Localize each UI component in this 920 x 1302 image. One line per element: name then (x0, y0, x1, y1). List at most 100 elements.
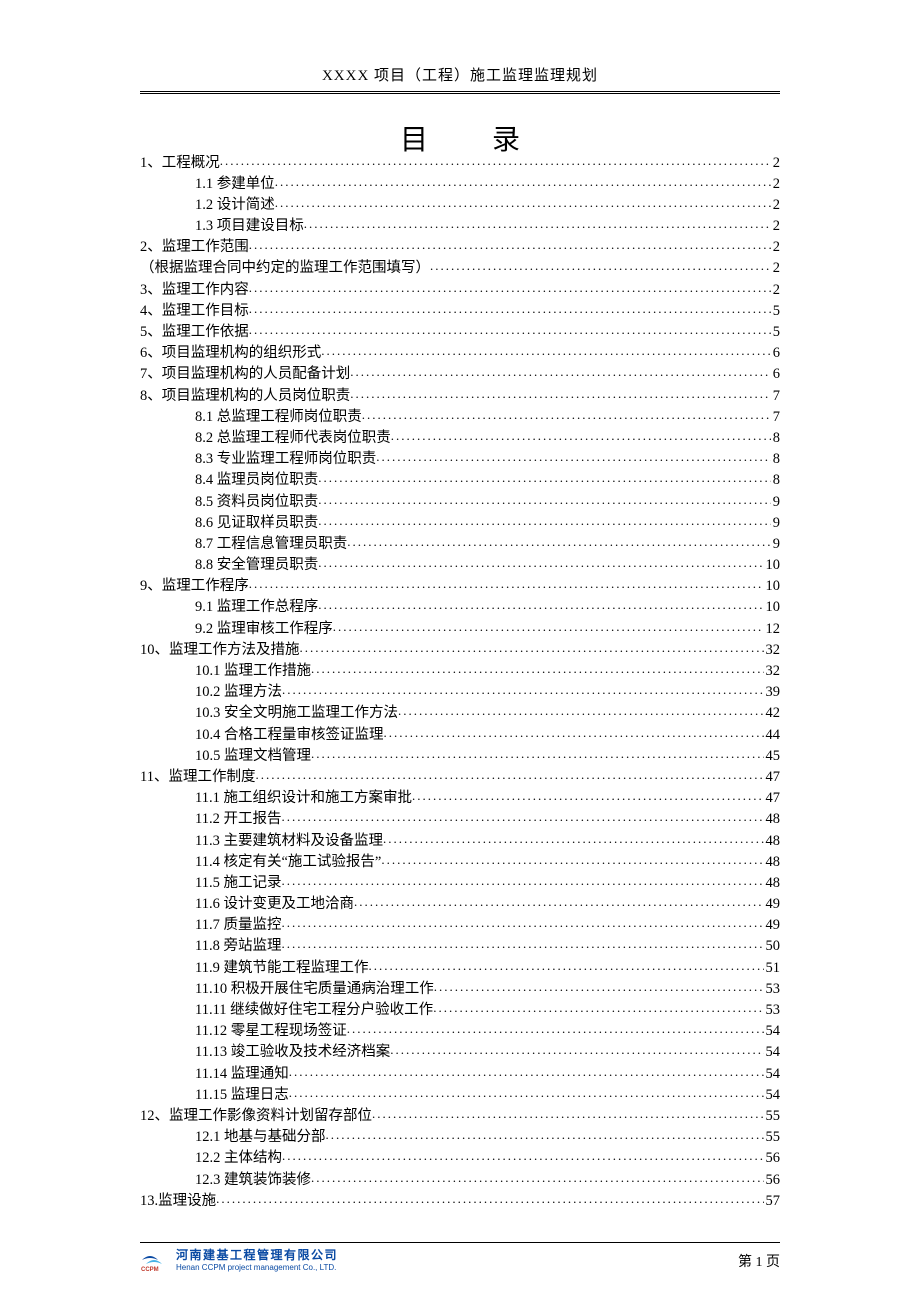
toc-page-number: 2 (771, 156, 780, 171)
toc-leader-dots (412, 788, 764, 803)
toc-page-number: 54 (764, 1024, 781, 1039)
toc-entry: 10、监理工作方法及措施32 (140, 639, 780, 657)
toc-leader-dots (398, 703, 764, 718)
toc-leader-dots (372, 1105, 764, 1120)
toc-label: 9.2 监理审核工作程序 (195, 622, 333, 637)
toc-label: 8.3 专业监理工程师岗位职责 (195, 452, 376, 467)
toc-entry: 11.12 零星工程现场签证54 (140, 1021, 780, 1039)
toc-leader-dots (347, 1021, 764, 1036)
toc-leader-dots (281, 915, 763, 930)
toc-page-number: 5 (771, 325, 780, 340)
toc-page-number: 8 (771, 473, 780, 488)
toc-label: 7、项目监理机构的人员配备计划 (140, 367, 350, 382)
toc-label: 11.3 主要建筑材料及设备监理 (195, 834, 383, 849)
toc-entry: 11.8 旁站监理50 (140, 936, 780, 954)
toc-label: 10.3 安全文明施工监理工作方法 (195, 706, 398, 721)
company-logo-block: CCPM 河南建基工程管理有限公司 Henan CCPM project man… (140, 1249, 338, 1272)
company-name-zh: 河南建基工程管理有限公司 (176, 1249, 338, 1263)
toc-entry: 8.5 资料员岗位职责 9 (140, 491, 780, 509)
toc-page-number: 55 (764, 1109, 781, 1124)
toc-page-number: 6 (771, 367, 780, 382)
toc-page-number: 7 (771, 410, 780, 425)
toc-entry: 6、项目监理机构的组织形式6 (140, 343, 780, 361)
toc-label: 11.2 开工报告 (195, 812, 281, 827)
toc-label: 1、工程概况 (140, 156, 220, 171)
toc-leader-dots (300, 639, 764, 654)
toc-entry: 10.3 安全文明施工监理工作方法 42 (140, 703, 780, 721)
toc-page-number: 2 (771, 177, 780, 192)
toc-page-number: 9 (771, 495, 780, 510)
toc-label: 1.1 参建单位 (195, 177, 275, 192)
toc-leader-dots (289, 1084, 764, 1099)
toc-page-number: 56 (764, 1173, 781, 1188)
toc-entry: 4、监理工作目标5 (140, 300, 780, 318)
toc-label: 8.2 总监理工程师代表岗位职责 (195, 431, 391, 446)
toc-page-number: 47 (764, 791, 781, 806)
toc-leader-dots (275, 194, 771, 209)
toc-label: 11.1 施工组织设计和施工方案审批 (195, 791, 412, 806)
toc-page-number: 10 (764, 600, 781, 615)
toc-entry: 11.9 建筑节能工程监理工作51 (140, 957, 780, 975)
toc-label: 10.1 监理工作措施 (195, 664, 311, 679)
toc-entry: 12.2 主体结构56 (140, 1148, 780, 1166)
toc-entry: 11.2 开工报告48 (140, 809, 780, 827)
footer-inner: CCPM 河南建基工程管理有限公司 Henan CCPM project man… (140, 1249, 780, 1272)
toc-leader-dots (318, 555, 763, 570)
toc-label: 10.2 监理方法 (195, 685, 282, 700)
toc-page-number: 53 (764, 982, 781, 997)
toc-leader-dots (434, 978, 764, 993)
toc-entry: 8.7 工程信息管理员职责9 (140, 533, 780, 551)
table-of-contents: 1、工程概况21.1 参建单位21.2 设计简述21.3 项目建设目标22、监理… (140, 152, 780, 1211)
toc-page-number: 49 (764, 918, 781, 933)
toc-leader-dots (318, 491, 771, 506)
toc-page-number: 54 (764, 1088, 781, 1103)
toc-page-number: 42 (764, 706, 781, 721)
toc-leader-dots (318, 512, 771, 527)
toc-leader-dots (376, 449, 771, 464)
toc-page-number: 2 (771, 219, 780, 234)
toc-leader-dots (433, 1000, 763, 1015)
toc-leader-dots (311, 661, 764, 676)
toc-label: 8.5 资料员岗位职责 (195, 495, 318, 510)
toc-page-number: 9 (771, 537, 780, 552)
toc-label: 12、监理工作影像资料计划留存部位 (140, 1109, 372, 1124)
toc-label: 11.9 建筑节能工程监理工作 (195, 961, 368, 976)
toc-entry: 11.1 施工组织设计和施工方案审批 47 (140, 788, 780, 806)
toc-label: 11.14 监理通知 (195, 1067, 289, 1082)
toc-entry: 1.3 项目建设目标2 (140, 216, 780, 234)
toc-label: 11.5 施工记录 (195, 876, 281, 891)
toc-entry: 11.3 主要建筑材料及设备监理48 (140, 830, 780, 848)
toc-page-number: 56 (764, 1151, 781, 1166)
toc-label: 11.7 质量监控 (195, 918, 281, 933)
toc-leader-dots (381, 851, 763, 866)
toc-page-number: 2 (771, 240, 780, 255)
toc-entry: 10.2 监理方法39 (140, 682, 780, 700)
toc-page-number: 8 (771, 431, 780, 446)
toc-page-number: 5 (771, 304, 780, 319)
toc-page-number: 2 (771, 198, 780, 213)
company-logo-icon: CCPM (140, 1250, 170, 1272)
toc-label: 11.4 核定有关“施工试验报告” (195, 855, 381, 870)
toc-page-number: 47 (764, 770, 781, 785)
toc-entry: 8.8 安全管理员职责10 (140, 555, 780, 573)
company-logo-text: 河南建基工程管理有限公司 Henan CCPM project manageme… (176, 1249, 338, 1272)
toc-entry: 11.15 监理日志54 (140, 1084, 780, 1102)
toc-page-number: 12 (764, 622, 781, 637)
toc-label: 12.3 建筑装饰装修 (195, 1173, 311, 1188)
toc-leader-dots (318, 597, 763, 612)
toc-leader-dots (362, 406, 771, 421)
toc-entry: 9.2 监理审核工作程序 12 (140, 618, 780, 636)
toc-leader-dots (304, 216, 771, 231)
toc-entry: 8、项目监理机构的人员岗位职责7 (140, 385, 780, 403)
toc-label: 6、项目监理机构的组织形式 (140, 346, 321, 361)
toc-page-number: 54 (764, 1067, 781, 1082)
toc-entry: 9、监理工作程序10 (140, 576, 780, 594)
toc-label: 8.8 安全管理员职责 (195, 558, 318, 573)
toc-label: 9、监理工作程序 (140, 579, 249, 594)
toc-page-number: 2 (771, 261, 780, 276)
toc-entry: 11.13 竣工验收及技术经济档案54 (140, 1042, 780, 1060)
toc-entry: 9.1 监理工作总程序10 (140, 597, 780, 615)
toc-entry: 11.7 质量监控 49 (140, 915, 780, 933)
toc-leader-dots (350, 385, 771, 400)
toc-leader-dots (289, 1063, 764, 1078)
